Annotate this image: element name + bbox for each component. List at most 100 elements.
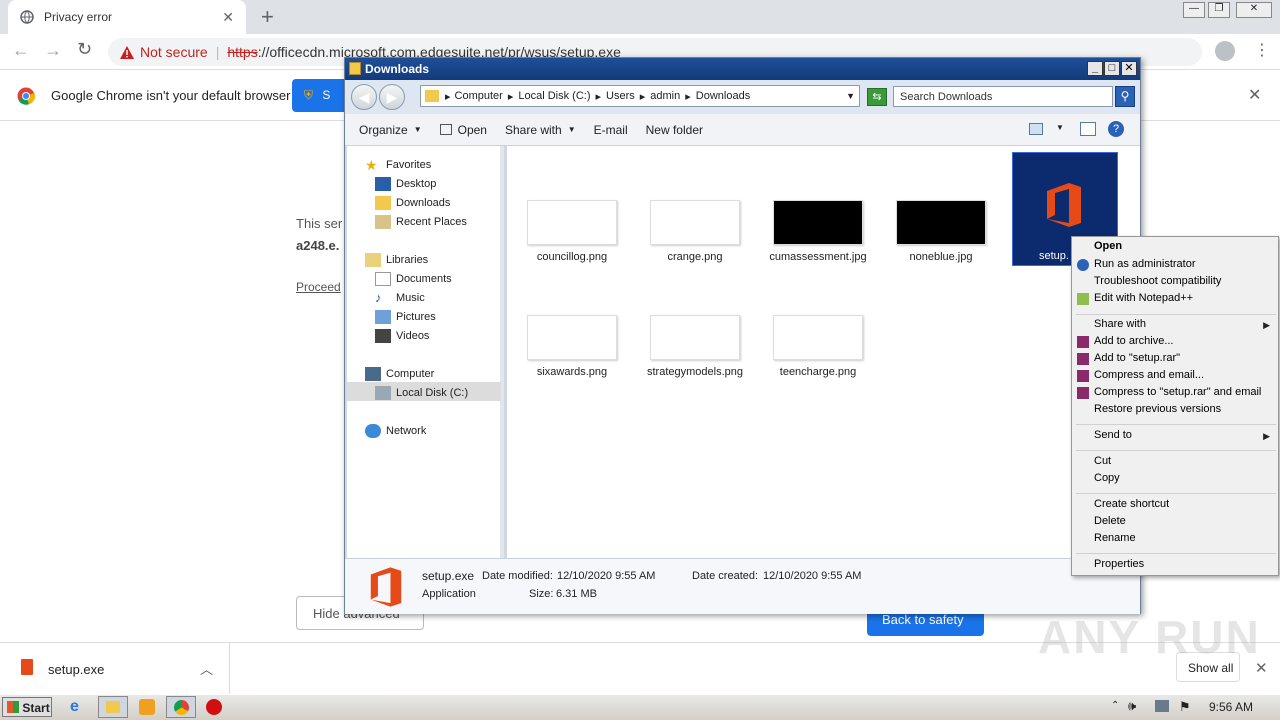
breadcrumb-folder-icon <box>425 90 439 102</box>
back-button-icon[interactable]: ◀ <box>351 84 377 110</box>
breadcrumb-item[interactable]: Downloads <box>696 90 750 102</box>
winrar-icon <box>1077 353 1089 365</box>
ie-icon[interactable]: e <box>70 698 88 716</box>
image-thumbnail <box>650 200 740 245</box>
chevron-up-icon[interactable]: ︿ <box>200 659 213 678</box>
network-tray-icon[interactable] <box>1155 700 1169 712</box>
tab-close-icon[interactable]: ✕ <box>222 9 234 26</box>
nav-favorites[interactable]: ★ Favorites <box>365 158 431 172</box>
breadcrumb-item[interactable]: Users <box>606 90 635 102</box>
clock[interactable]: 9:56 AM <box>1209 700 1253 714</box>
start-button[interactable]: Start <box>2 697 52 717</box>
file-item[interactable]: sixawards.png <box>517 315 627 378</box>
menu-open[interactable]: Open <box>1094 240 1122 252</box>
menu-properties[interactable]: Properties <box>1094 558 1144 570</box>
forward-button-icon[interactable]: ▶ <box>379 84 405 110</box>
file-item[interactable]: cumassessment.jpg <box>763 200 873 263</box>
open-button[interactable]: Open <box>439 123 487 137</box>
chrome-taskbar-icon[interactable] <box>166 696 196 718</box>
menu-run-as-admin[interactable]: Run as administrator <box>1094 258 1196 270</box>
file-item[interactable]: noneblue.jpg <box>886 200 996 263</box>
menu-add-archive[interactable]: Add to archive... <box>1094 335 1174 347</box>
file-item[interactable]: crange.png <box>640 200 750 263</box>
context-menu: Open Run as administrator Troubleshoot c… <box>1071 236 1279 576</box>
breadcrumb-item[interactable]: Local Disk (C:) <box>518 90 590 102</box>
back-arrow-icon[interactable]: ← <box>12 40 30 61</box>
menu-cut[interactable]: Cut <box>1094 455 1111 467</box>
download-item[interactable]: setup.exe ︿ <box>0 643 230 694</box>
proceed-link[interactable]: Proceed <box>296 280 341 294</box>
refresh-icon[interactable]: ⇆ <box>867 88 887 106</box>
open-icon <box>439 124 452 135</box>
breadcrumb-item[interactable]: Computer <box>455 90 503 102</box>
email-button[interactable]: E-mail <box>594 123 628 137</box>
volume-icon[interactable]: 🕪 <box>1128 698 1136 714</box>
file-item[interactable]: teencharge.png <box>763 315 873 378</box>
menu-share-with[interactable]: Share with <box>1094 318 1146 330</box>
nav-documents[interactable]: Documents <box>375 272 452 286</box>
stop-sign-icon[interactable] <box>206 699 222 715</box>
nav-pictures[interactable]: Pictures <box>375 310 436 324</box>
menu-restore-versions[interactable]: Restore previous versions <box>1094 403 1221 415</box>
share-with-menu[interactable]: Share with ▼ <box>505 123 576 137</box>
infobar-close-icon[interactable]: ✕ <box>1248 85 1261 105</box>
action-center-flag-icon[interactable]: ⚑ <box>1179 699 1191 715</box>
star-icon: ★ <box>365 157 378 173</box>
menu-compress-rar-email[interactable]: Compress to "setup.rar" and email <box>1094 386 1261 398</box>
view-dropdown-icon[interactable]: ▼ <box>1056 123 1064 132</box>
search-icon[interactable]: ⚲ <box>1115 86 1135 107</box>
menu-kebab-icon[interactable]: ⋮ <box>1254 40 1270 60</box>
menu-send-to[interactable]: Send to <box>1094 429 1132 441</box>
submenu-arrow-icon: ▶ <box>1263 320 1270 330</box>
nav-network[interactable]: Network <box>365 424 426 438</box>
close-window-button[interactable]: ✕ <box>1236 2 1272 18</box>
explorer-address-row: ◀ ▶ ▸ Computer ▸ Local Disk (C:) ▸ Users ▸ … <box>345 80 1140 114</box>
menu-rename[interactable]: Rename <box>1094 532 1136 544</box>
set-default-button[interactable]: ⛨ S <box>292 79 352 112</box>
file-item[interactable]: councillog.png <box>517 200 627 263</box>
new-folder-button[interactable]: New folder <box>646 123 703 137</box>
menu-create-shortcut[interactable]: Create shortcut <box>1094 498 1169 510</box>
nav-local-disk[interactable]: Local Disk (C:) <box>375 386 468 400</box>
breadcrumb[interactable]: ▸ Computer ▸ Local Disk (C:) ▸ Users ▸ admi… <box>420 85 860 107</box>
organize-menu[interactable]: Organize ▼ <box>359 123 422 137</box>
breadcrumb-item[interactable]: admin <box>650 90 680 102</box>
nav-computer[interactable]: Computer <box>365 367 434 381</box>
explorer-taskbar-icon[interactable] <box>98 696 128 718</box>
preview-pane-icon[interactable] <box>1080 122 1096 136</box>
image-thumbnail <box>773 200 863 245</box>
tray-expand-icon[interactable]: ⌃ <box>1111 700 1119 711</box>
nav-videos[interactable]: Videos <box>375 329 429 343</box>
nav-music[interactable]: ♪ Music <box>375 291 425 305</box>
explorer-maximize-button[interactable]: □ <box>1104 61 1120 76</box>
nav-recent-places[interactable]: Recent Places <box>375 215 467 229</box>
tab-privacy-error[interactable]: Privacy error ✕ <box>8 0 246 34</box>
winrar-icon <box>1077 387 1089 399</box>
explorer-close-button[interactable]: ✕ <box>1121 61 1137 76</box>
nav-downloads[interactable]: Downloads <box>375 196 450 210</box>
search-input[interactable]: Search Downloads <box>893 86 1113 107</box>
minimize-button[interactable]: — <box>1183 2 1205 18</box>
new-tab-button[interactable]: + <box>261 4 274 30</box>
menu-delete[interactable]: Delete <box>1094 515 1126 527</box>
nav-desktop[interactable]: Desktop <box>375 177 436 191</box>
forward-arrow-icon[interactable]: → <box>44 40 62 61</box>
menu-copy[interactable]: Copy <box>1094 472 1120 484</box>
restore-button[interactable]: ❐ <box>1208 2 1230 18</box>
menu-troubleshoot[interactable]: Troubleshoot compatibility <box>1094 275 1221 287</box>
breadcrumb-dropdown-icon[interactable]: ▼ <box>846 91 855 101</box>
view-options-icon[interactable] <box>1029 123 1043 135</box>
menu-edit-notepadpp[interactable]: Edit with Notepad++ <box>1094 292 1193 304</box>
not-secure-label[interactable]: Not secure <box>140 44 208 60</box>
menu-add-rar[interactable]: Add to "setup.rar" <box>1094 352 1180 364</box>
media-player-icon[interactable] <box>139 699 155 715</box>
reload-icon[interactable]: ↻ <box>77 39 92 60</box>
file-item[interactable]: strategymodels.png <box>640 315 750 378</box>
explorer-title-bar[interactable]: Downloads _ □ ✕ <box>345 58 1140 80</box>
explorer-minimize-button[interactable]: _ <box>1087 61 1103 76</box>
details-size: 6.31 MB <box>556 588 597 600</box>
profile-avatar-icon[interactable] <box>1215 41 1235 61</box>
menu-compress-email[interactable]: Compress and email... <box>1094 369 1204 381</box>
nav-libraries[interactable]: Libraries <box>365 253 428 267</box>
help-icon[interactable]: ? <box>1108 121 1124 137</box>
